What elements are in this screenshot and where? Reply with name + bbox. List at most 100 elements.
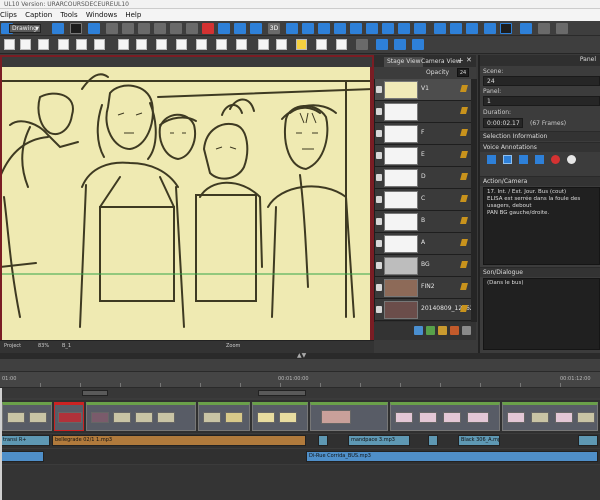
- rectangle-tool-icon[interactable]: [76, 39, 87, 50]
- layer-row[interactable]: B: [375, 211, 471, 233]
- layer-row[interactable]: A: [375, 233, 471, 255]
- delete-layer-icon[interactable]: [462, 326, 471, 335]
- playhead[interactable]: [0, 388, 2, 500]
- pencil-icon[interactable]: [460, 151, 468, 158]
- view-icon[interactable]: [556, 23, 568, 34]
- visibility-icon[interactable]: [376, 130, 382, 137]
- camera-keyframe[interactable]: [258, 390, 306, 396]
- rotate-icon[interactable]: [234, 23, 246, 34]
- add-layer-icon[interactable]: +: [457, 56, 464, 65]
- layer-row[interactable]: BG: [375, 255, 471, 277]
- sound-icon[interactable]: [466, 23, 478, 34]
- cutter-tool-icon[interactable]: [176, 39, 187, 50]
- duplicate-panel-icon[interactable]: [318, 23, 330, 34]
- panel-clip[interactable]: [2, 402, 52, 431]
- audio-icon[interactable]: [398, 23, 410, 34]
- add-bitmap-layer-icon[interactable]: [426, 326, 435, 335]
- layer-row[interactable]: D: [375, 167, 471, 189]
- volume-icon[interactable]: [500, 23, 512, 34]
- eraser-tool-icon[interactable]: [38, 39, 49, 50]
- pencil-icon[interactable]: [460, 195, 468, 202]
- settings-icon[interactable]: [538, 23, 550, 34]
- status-field[interactable]: B_1: [62, 343, 71, 349]
- previous-icon[interactable]: [376, 39, 388, 50]
- layer-row[interactable]: 20140809_12562: [375, 299, 474, 321]
- layer-row[interactable]: E: [375, 145, 471, 167]
- audio-track-2[interactable]: Di-Rue Corrida_BUS.mp3: [0, 449, 600, 464]
- camera-keyframe[interactable]: [82, 390, 108, 396]
- play-icon[interactable]: [519, 155, 528, 164]
- layer-row[interactable]: FIN2: [375, 277, 471, 299]
- audio-clip[interactable]: [428, 435, 438, 446]
- eyedropper-tool-icon[interactable]: [196, 39, 207, 50]
- pencil-icon[interactable]: [460, 217, 468, 224]
- flip-icon[interactable]: [296, 39, 307, 50]
- pencil-icon[interactable]: [460, 129, 468, 136]
- visibility-icon[interactable]: [376, 196, 382, 203]
- ellipse-tool-icon[interactable]: [94, 39, 105, 50]
- opacity-field[interactable]: 24: [457, 68, 469, 77]
- new-scene-icon[interactable]: [286, 23, 298, 34]
- select-tool-icon[interactable]: [156, 39, 167, 50]
- move-icon[interactable]: [218, 23, 230, 34]
- tab-panel[interactable]: Panel: [580, 56, 596, 63]
- shape-icon[interactable]: [122, 23, 134, 34]
- play-icon[interactable]: [434, 23, 446, 34]
- audio-clip[interactable]: mandpace 3.mp3: [348, 435, 410, 446]
- visibility-icon[interactable]: [376, 306, 382, 313]
- layer-row[interactable]: V1: [375, 79, 471, 101]
- mode-dropdown[interactable]: Drawing ▼: [9, 24, 41, 33]
- camera-icon[interactable]: [250, 23, 262, 34]
- visibility-icon[interactable]: [376, 86, 382, 93]
- eraser-icon[interactable]: [106, 23, 118, 34]
- new-panel-icon[interactable]: [302, 23, 314, 34]
- drawing-canvas[interactable]: [0, 67, 372, 340]
- dialogue-text-area[interactable]: (Dans le bus): [483, 278, 600, 350]
- record-icon[interactable]: [202, 23, 214, 34]
- line-tool-icon[interactable]: [58, 39, 69, 50]
- visibility-icon[interactable]: [376, 174, 382, 181]
- timeline-ruler[interactable]: 01:00 00:01:00:00 00:01:12:00: [0, 372, 600, 388]
- pencil-icon[interactable]: [88, 23, 100, 34]
- fill-icon[interactable]: [138, 23, 150, 34]
- visibility-icon[interactable]: [376, 262, 382, 269]
- menu-help[interactable]: Help: [125, 9, 147, 21]
- layer-row[interactable]: [375, 101, 471, 123]
- audio-clip[interactable]: [578, 435, 598, 446]
- visibility-icon[interactable]: [376, 240, 382, 247]
- 3d-icon[interactable]: 3D: [268, 23, 280, 34]
- visibility-icon[interactable]: [376, 284, 382, 291]
- add-group-icon[interactable]: [438, 326, 447, 335]
- rewind-icon[interactable]: [487, 155, 496, 164]
- pencil-icon[interactable]: [460, 261, 468, 268]
- selection-section[interactable]: Selection Information: [480, 131, 600, 141]
- menu-clips[interactable]: Clips: [0, 9, 23, 21]
- grid-icon[interactable]: [154, 23, 166, 34]
- paint-tool-icon[interactable]: [136, 39, 147, 50]
- menu-windows[interactable]: Windows: [86, 9, 123, 21]
- layers-scrollbar[interactable]: [471, 79, 477, 322]
- brush-tool-icon[interactable]: [4, 39, 15, 50]
- reset-view-icon[interactable]: [412, 39, 424, 50]
- delete-panel-icon[interactable]: [334, 23, 346, 34]
- panel-clip[interactable]: [86, 402, 196, 431]
- pencil-icon[interactable]: [460, 107, 468, 114]
- video-track[interactable]: [0, 400, 600, 433]
- import-layer-icon[interactable]: [450, 326, 459, 335]
- pencil-icon[interactable]: [460, 173, 468, 180]
- brush-icon[interactable]: [52, 23, 64, 34]
- pencil-icon[interactable]: [460, 85, 468, 92]
- panel-clip[interactable]: [502, 402, 598, 431]
- next-icon[interactable]: [394, 39, 406, 50]
- split-panel-icon[interactable]: [350, 23, 362, 34]
- pencil-icon[interactable]: [460, 239, 468, 246]
- rotate-view-icon[interactable]: [276, 39, 287, 50]
- hand-tool-icon[interactable]: [236, 39, 247, 50]
- pencil-tool-icon[interactable]: [20, 39, 31, 50]
- sync-icon[interactable]: [520, 23, 532, 34]
- pencil-icon[interactable]: [460, 283, 468, 290]
- audio-clip[interactable]: [318, 435, 328, 446]
- audio-track-1[interactable]: transi R+ bellegrade 02/1 1.mp3 mandpace…: [0, 434, 600, 448]
- onion-skin-icon[interactable]: [316, 39, 327, 50]
- audio-clip[interactable]: Di-Rue Corrida_BUS.mp3: [306, 451, 598, 462]
